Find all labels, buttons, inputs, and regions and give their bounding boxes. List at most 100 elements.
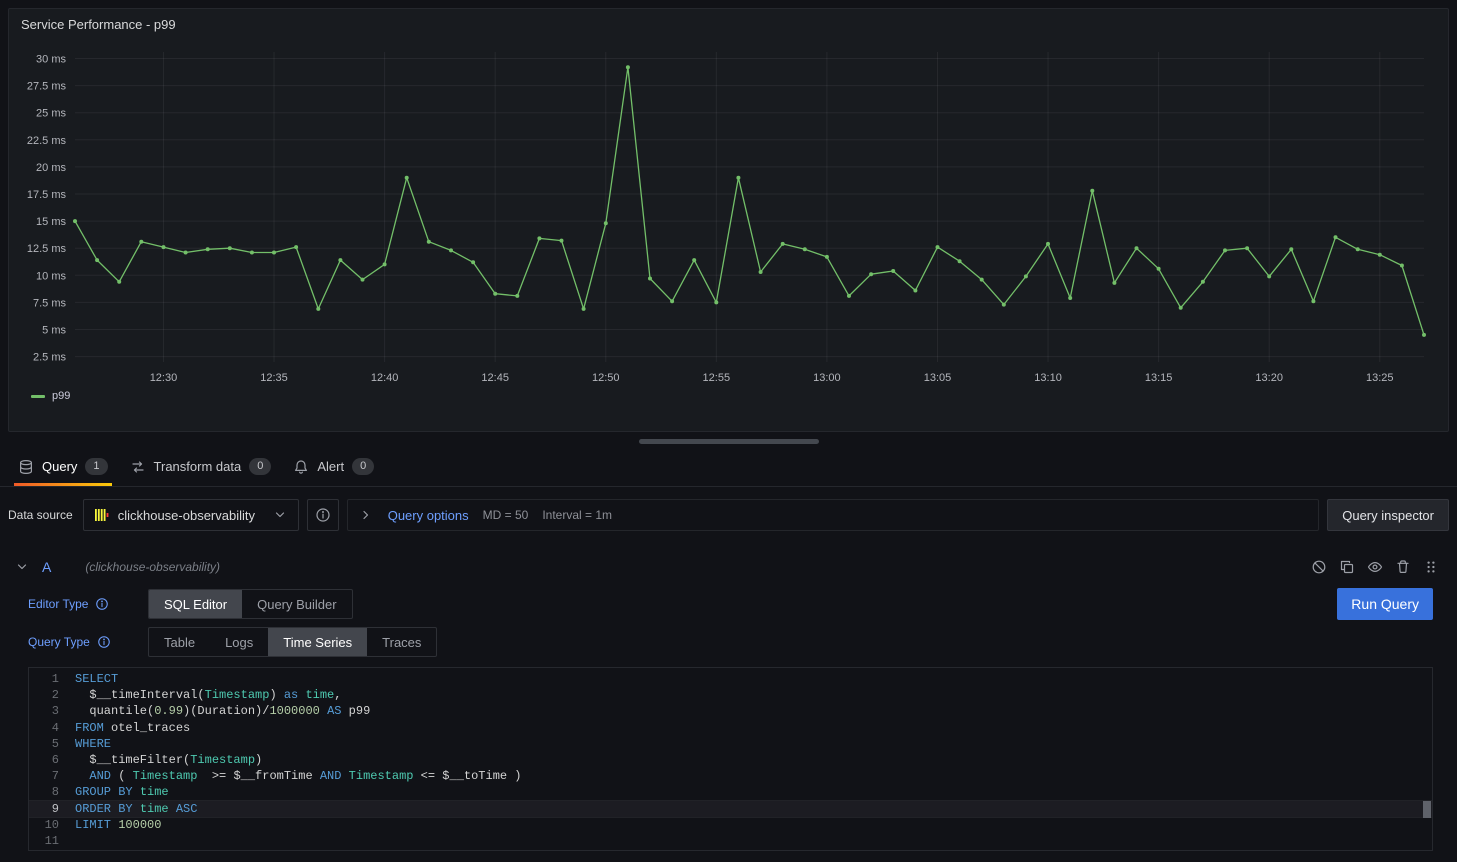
datasource-picker[interactable]: clickhouse-observability: [83, 499, 299, 531]
svg-text:17.5 ms: 17.5 ms: [27, 189, 67, 201]
editor-type-segmented: SQL EditorQuery Builder: [148, 589, 353, 619]
chart-legend[interactable]: p99: [19, 388, 1438, 404]
hide-response-icon[interactable]: [1367, 559, 1383, 575]
svg-text:7.5 ms: 7.5 ms: [33, 297, 67, 309]
svg-text:12:45: 12:45: [481, 372, 509, 384]
datasource-help-button[interactable]: [307, 499, 339, 531]
line-number: 1: [29, 672, 75, 686]
svg-text:12:30: 12:30: [150, 372, 178, 384]
info-circle-icon[interactable]: [95, 597, 109, 611]
line-content: ORDER BY time ASC: [75, 802, 197, 816]
code-line-2[interactable]: 2 $__timeInterval(Timestamp) as time,: [29, 687, 1432, 703]
svg-text:20 ms: 20 ms: [36, 162, 66, 174]
query-row-header[interactable]: A (clickhouse-observability): [0, 553, 1457, 581]
svg-text:2.5 ms: 2.5 ms: [33, 352, 67, 364]
code-line-5[interactable]: 5WHERE: [29, 736, 1432, 752]
line-content: AND ( Timestamp >= $__fromTime AND Times…: [75, 769, 522, 783]
svg-text:5 ms: 5 ms: [42, 324, 66, 336]
query-type-label: Query Type: [28, 635, 90, 649]
line-number: 9: [29, 802, 75, 816]
editor-type-label: Editor Type: [28, 597, 88, 611]
query-options-bar[interactable]: Query options MD = 50 Interval = 1m: [347, 499, 1320, 531]
interval-value: Interval = 1m: [542, 508, 612, 522]
editor-type-row: Editor Type SQL EditorQuery Builder Run …: [28, 588, 1433, 620]
info-circle-icon: [315, 507, 331, 523]
query-type-option-logs[interactable]: Logs: [210, 628, 268, 656]
disable-query-icon[interactable]: [1311, 559, 1327, 575]
collapse-chevron-icon[interactable]: [14, 559, 30, 575]
line-content: quantile(0.99)(Duration)/1000000 AS p99: [75, 704, 370, 718]
code-line-9[interactable]: 9ORDER BY time ASC: [29, 801, 1432, 817]
run-query-button[interactable]: Run Query: [1337, 588, 1433, 620]
query-ref-id[interactable]: A: [42, 559, 51, 575]
database-icon: [18, 459, 34, 475]
line-number: 7: [29, 769, 75, 783]
line-number: 10: [29, 818, 75, 832]
query-row-a: A (clickhouse-observability) Editor Type…: [0, 553, 1457, 851]
code-line-4[interactable]: 4FROM otel_traces: [29, 720, 1432, 736]
line-content: SELECT: [75, 672, 118, 686]
line-content: FROM otel_traces: [75, 721, 190, 735]
line-number: 6: [29, 753, 75, 767]
chevron-right-icon[interactable]: [358, 507, 374, 523]
query-datasource-hint: (clickhouse-observability): [85, 560, 220, 574]
editor-type-option-sql-editor[interactable]: SQL Editor: [149, 590, 242, 618]
timeseries-chart[interactable]: 30 ms27.5 ms25 ms22.5 ms20 ms17.5 ms15 m…: [19, 38, 1438, 388]
editor-tabs: Query 1 Transform data0Alert0: [0, 449, 1457, 487]
svg-text:13:15: 13:15: [1145, 372, 1173, 384]
tab-alert[interactable]: Alert0: [283, 449, 384, 486]
line-number: 2: [29, 688, 75, 702]
code-line-10[interactable]: 10LIMIT 100000: [29, 817, 1432, 833]
bell-icon: [293, 459, 309, 475]
editor-type-label-group: Editor Type: [28, 597, 148, 611]
editor-type-option-query-builder[interactable]: Query Builder: [242, 590, 351, 618]
code-line-3[interactable]: 3 quantile(0.99)(Duration)/1000000 AS p9…: [29, 703, 1432, 719]
svg-text:27.5 ms: 27.5 ms: [27, 81, 67, 93]
tab-count-badge: 1: [85, 458, 107, 475]
info-circle-icon[interactable]: [97, 635, 111, 649]
panel-resize-handle[interactable]: [639, 439, 819, 444]
editor-scrollbar-thumb[interactable]: [1423, 801, 1431, 818]
code-line-8[interactable]: 8GROUP BY time: [29, 784, 1432, 800]
sql-editor[interactable]: 1SELECT2 $__timeInterval(Timestamp) as t…: [28, 667, 1433, 851]
datasource-label: Data source: [8, 508, 73, 522]
query-options-toggle[interactable]: Query options: [388, 508, 469, 523]
query-type-option-table[interactable]: Table: [149, 628, 210, 656]
svg-text:22.5 ms: 22.5 ms: [27, 135, 67, 147]
legend-swatch: [31, 395, 45, 398]
line-number: 8: [29, 785, 75, 799]
code-line-6[interactable]: 6 $__timeFilter(Timestamp): [29, 752, 1432, 768]
line-content: GROUP BY time: [75, 785, 169, 799]
sql-code[interactable]: 1SELECT2 $__timeInterval(Timestamp) as t…: [29, 671, 1432, 849]
svg-text:15 ms: 15 ms: [36, 216, 66, 228]
query-type-segmented: TableLogsTime SeriesTraces: [148, 627, 437, 657]
panel-title[interactable]: Service Performance - p99: [19, 15, 1438, 38]
code-line-7[interactable]: 7 AND ( Timestamp >= $__fromTime AND Tim…: [29, 768, 1432, 784]
line-content: WHERE: [75, 737, 111, 751]
svg-text:13:00: 13:00: [813, 372, 841, 384]
datasource-value: clickhouse-observability: [118, 508, 264, 523]
clickhouse-logo-icon: [94, 507, 110, 523]
code-line-1[interactable]: 1SELECT: [29, 671, 1432, 687]
code-line-11[interactable]: 11: [29, 833, 1432, 849]
svg-text:13:20: 13:20: [1255, 372, 1283, 384]
drag-handle-icon[interactable]: [1423, 559, 1439, 575]
line-content: $__timeInterval(Timestamp) as time,: [75, 688, 341, 702]
tab-count-badge: 0: [352, 458, 374, 475]
grafana-panel-editor: Service Performance - p99 30 ms27.5 ms25…: [0, 8, 1457, 851]
line-number: 11: [29, 834, 75, 848]
tab-transform-data[interactable]: Transform data0: [120, 449, 282, 486]
svg-text:12:35: 12:35: [260, 372, 288, 384]
line-number: 4: [29, 721, 75, 735]
remove-query-icon[interactable]: [1395, 559, 1411, 575]
duplicate-query-icon[interactable]: [1339, 559, 1355, 575]
line-content: $__timeFilter(Timestamp): [75, 753, 262, 767]
tab-label: Query: [42, 459, 77, 474]
query-type-option-traces[interactable]: Traces: [367, 628, 436, 656]
query-inspector-button[interactable]: Query inspector: [1327, 499, 1449, 531]
query-type-option-time-series[interactable]: Time Series: [268, 628, 367, 656]
svg-text:12.5 ms: 12.5 ms: [27, 243, 67, 255]
tab-query[interactable]: Query 1: [8, 449, 118, 486]
line-number: 3: [29, 704, 75, 718]
legend-label[interactable]: p99: [52, 390, 70, 402]
